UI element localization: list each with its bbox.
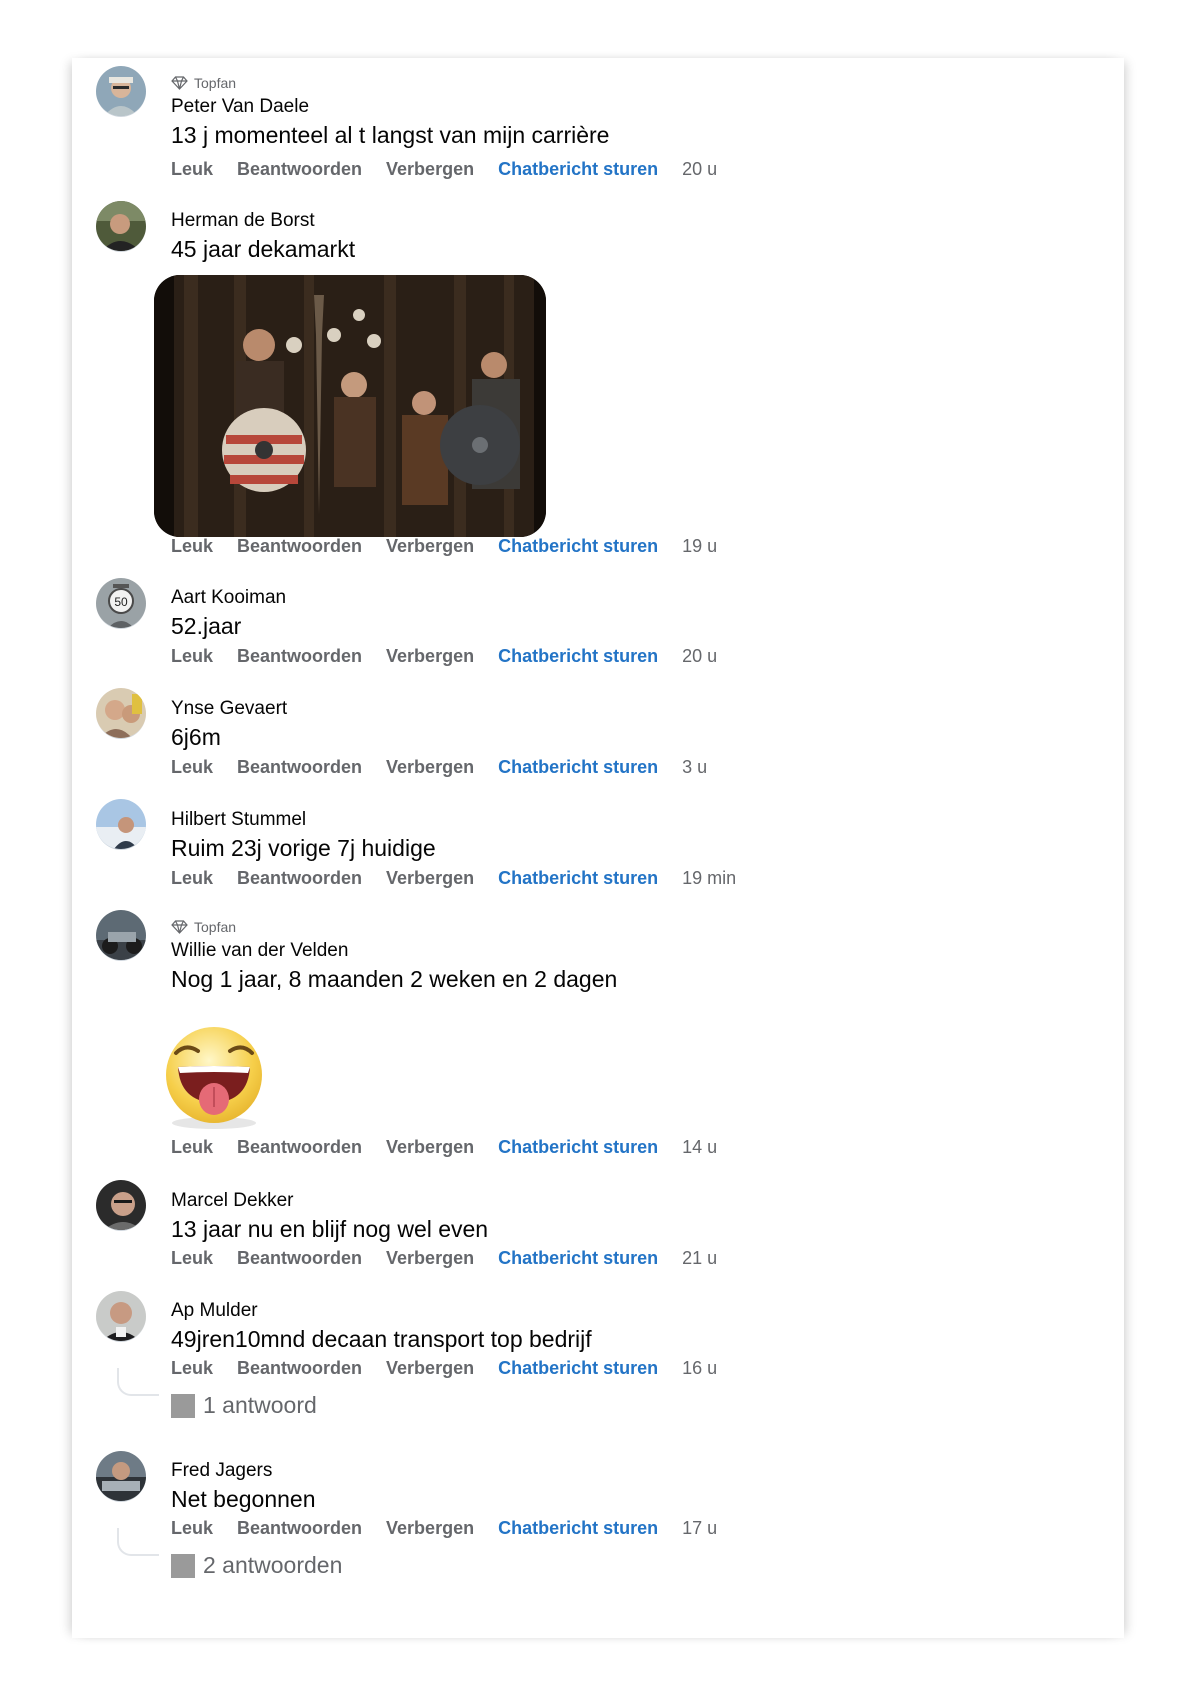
hide-button[interactable]: Verbergen xyxy=(386,757,474,778)
comment-time[interactable]: 19 min xyxy=(682,868,736,889)
comment-actions: Leuk Beantwoorden Verbergen Chatbericht … xyxy=(171,754,731,780)
reply-button[interactable]: Beantwoorden xyxy=(237,1518,362,1539)
comment-author[interactable]: Ap Mulder xyxy=(171,1298,1072,1324)
avatar[interactable] xyxy=(96,1180,146,1231)
hide-button[interactable]: Verbergen xyxy=(386,159,474,180)
comment-time[interactable]: 19 u xyxy=(682,536,717,557)
comment-time[interactable]: 16 u xyxy=(682,1358,717,1379)
avatar[interactable] xyxy=(96,1291,146,1342)
comment-author[interactable]: Fred Jagers xyxy=(171,1458,1072,1484)
comment-text: Net begonnen xyxy=(171,1486,316,1512)
reply-button[interactable]: Beantwoorden xyxy=(237,1358,362,1379)
like-button[interactable]: Leuk xyxy=(171,159,213,180)
replies-icon xyxy=(171,1393,195,1418)
reply-button[interactable]: Beantwoorden xyxy=(237,868,362,889)
like-button[interactable]: Leuk xyxy=(171,757,213,778)
comment-author[interactable]: Herman de Borst xyxy=(171,208,1072,234)
diamond-icon xyxy=(171,920,188,934)
replies-label: 1 antwoord xyxy=(203,1392,317,1418)
chat-button[interactable]: Chatbericht sturen xyxy=(498,1518,658,1539)
avatar[interactable] xyxy=(96,201,146,252)
avatar[interactable]: 50 xyxy=(96,578,146,629)
like-button[interactable]: Leuk xyxy=(171,1358,213,1379)
avatar[interactable] xyxy=(96,66,146,117)
like-button[interactable]: Leuk xyxy=(171,1248,213,1269)
chat-button[interactable]: Chatbericht sturen xyxy=(498,1248,658,1269)
hide-button[interactable]: Verbergen xyxy=(386,1518,474,1539)
chat-button[interactable]: Chatbericht sturen xyxy=(498,757,658,778)
comment-author[interactable]: Hilbert Stummel xyxy=(171,807,1072,833)
comment-time[interactable]: 14 u xyxy=(682,1137,717,1158)
tongue-out-emoji-sticker[interactable] xyxy=(154,1023,274,1133)
like-button[interactable]: Leuk xyxy=(171,868,213,889)
topfan-label: Topfan xyxy=(194,75,237,91)
reply-button[interactable]: Beantwoorden xyxy=(237,646,362,667)
comment-author[interactable]: Willie van der Velden xyxy=(171,938,1072,964)
reply-button[interactable]: Beantwoorden xyxy=(237,159,362,180)
reply-button[interactable]: Beantwoorden xyxy=(237,1248,362,1269)
comment-time[interactable]: 17 u xyxy=(682,1518,717,1539)
comment-text: 45 jaar dekamarkt xyxy=(171,236,356,262)
reply-thread-line xyxy=(117,1368,159,1396)
comment-time[interactable]: 3 u xyxy=(682,757,707,778)
like-button[interactable]: Leuk xyxy=(171,536,213,557)
comment-actions: Leuk Beantwoorden Verbergen Chatbericht … xyxy=(171,1355,741,1381)
comment-time[interactable]: 20 u xyxy=(682,646,717,667)
avatar[interactable] xyxy=(96,799,146,850)
comment-text: 52.jaar xyxy=(171,613,242,639)
svg-text:50: 50 xyxy=(114,595,128,609)
comment-author[interactable]: Marcel Dekker xyxy=(171,1188,1072,1214)
chat-button[interactable]: Chatbericht sturen xyxy=(498,1358,658,1379)
comment-text: Ruim 23j vorige 7j huidige xyxy=(171,835,436,861)
comment-actions: Leuk Beantwoorden Verbergen Chatbericht … xyxy=(171,156,741,182)
comment-text: 13 j momenteel al t langst van mijn carr… xyxy=(171,122,610,148)
replies-label: 2 antwoorden xyxy=(203,1552,343,1578)
like-button[interactable]: Leuk xyxy=(171,1137,213,1158)
reply-button[interactable]: Beantwoorden xyxy=(237,1137,362,1158)
hide-button[interactable]: Verbergen xyxy=(386,1358,474,1379)
hide-button[interactable]: Verbergen xyxy=(386,868,474,889)
comment-text: 6j6m xyxy=(171,724,221,750)
view-replies-button[interactable]: 1 antwoord xyxy=(171,1392,317,1419)
comment-actions: Leuk Beantwoorden Verbergen Chatbericht … xyxy=(171,865,760,891)
like-button[interactable]: Leuk xyxy=(171,1518,213,1539)
chat-button[interactable]: Chatbericht sturen xyxy=(498,646,658,667)
avatar[interactable] xyxy=(96,688,146,739)
hide-button[interactable]: Verbergen xyxy=(386,1248,474,1269)
hide-button[interactable]: Verbergen xyxy=(386,536,474,557)
diamond-icon xyxy=(171,76,188,90)
comment-author[interactable]: Aart Kooiman xyxy=(171,585,1072,611)
comment-text: Nog 1 jaar, 8 maanden 2 weken en 2 dagen xyxy=(171,966,618,992)
comment-photo[interactable] xyxy=(154,275,546,537)
comment-actions: Leuk Beantwoorden Verbergen Chatbericht … xyxy=(171,533,741,559)
like-button[interactable]: Leuk xyxy=(171,646,213,667)
chat-button[interactable]: Chatbericht sturen xyxy=(498,159,658,180)
chat-button[interactable]: Chatbericht sturen xyxy=(498,1137,658,1158)
avatar[interactable] xyxy=(96,910,146,961)
comments-panel: Topfan Peter Van Daele 13 j momenteel al… xyxy=(72,58,1124,1638)
hide-button[interactable]: Verbergen xyxy=(386,1137,474,1158)
chat-button[interactable]: Chatbericht sturen xyxy=(498,868,658,889)
comment-actions: Leuk Beantwoorden Verbergen Chatbericht … xyxy=(171,1515,741,1541)
replies-icon xyxy=(171,1553,195,1578)
reply-button[interactable]: Beantwoorden xyxy=(237,757,362,778)
comment-author[interactable]: Peter Van Daele xyxy=(171,94,1072,120)
hide-button[interactable]: Verbergen xyxy=(386,646,474,667)
comment-time[interactable]: 21 u xyxy=(682,1248,717,1269)
comment-actions: Leuk Beantwoorden Verbergen Chatbericht … xyxy=(171,1134,741,1160)
chat-button[interactable]: Chatbericht sturen xyxy=(498,536,658,557)
comment-author[interactable]: Ynse Gevaert xyxy=(171,696,1072,722)
reply-thread-line xyxy=(117,1528,159,1556)
comment-text: 49jren10mnd decaan transport top bedrijf xyxy=(171,1326,592,1352)
topfan-label: Topfan xyxy=(194,919,237,935)
topfan-badge: Topfan xyxy=(171,72,1072,94)
topfan-badge: Topfan xyxy=(171,916,1072,938)
comment-time[interactable]: 20 u xyxy=(682,159,717,180)
comment-text: 13 jaar nu en blijf nog wel even xyxy=(171,1216,489,1242)
comment-actions: Leuk Beantwoorden Verbergen Chatbericht … xyxy=(171,1245,741,1271)
comment-actions: Leuk Beantwoorden Verbergen Chatbericht … xyxy=(171,643,741,669)
reply-button[interactable]: Beantwoorden xyxy=(237,536,362,557)
avatar[interactable] xyxy=(96,1451,146,1502)
view-replies-button[interactable]: 2 antwoorden xyxy=(171,1552,342,1579)
